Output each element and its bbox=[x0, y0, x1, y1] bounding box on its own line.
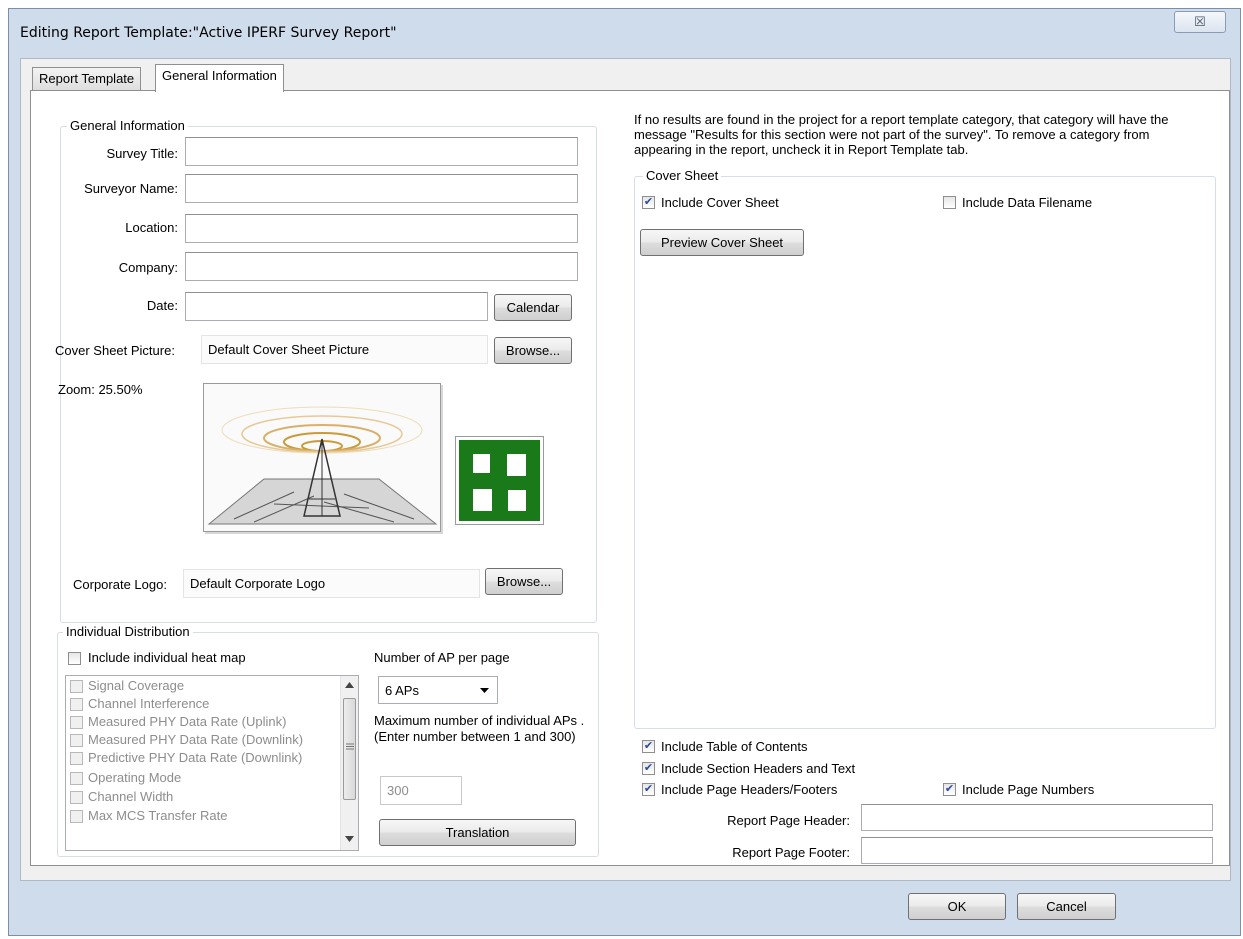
max-individual-input[interactable]: 300 bbox=[380, 776, 462, 805]
list-item-label: Measured PHY Data Rate (Downlink) bbox=[88, 732, 304, 747]
preview-cover-sheet-button[interactable]: Preview Cover Sheet bbox=[640, 229, 804, 256]
include-page-numbers-checkbox[interactable]: ✔ bbox=[943, 783, 956, 796]
list-item-checkbox[interactable] bbox=[70, 772, 83, 785]
include-heat-map-label: Include individual heat map bbox=[88, 650, 246, 665]
corporate-logo-label: Corporate Logo: bbox=[73, 577, 167, 592]
scroll-down-arrow-icon[interactable] bbox=[345, 836, 354, 842]
list-item-checkbox[interactable] bbox=[70, 752, 83, 765]
list-item-label: Channel Width bbox=[88, 789, 174, 804]
surveyor-name-input[interactable] bbox=[185, 174, 578, 203]
grip-icon bbox=[346, 743, 354, 750]
include-cover-sheet-checkbox[interactable]: ✔ bbox=[642, 196, 655, 209]
ap-per-page-select[interactable]: 6 APs bbox=[378, 676, 498, 704]
checkmark-icon: ✔ bbox=[643, 783, 654, 795]
cancel-button[interactable]: Cancel bbox=[1017, 893, 1116, 920]
tab-report-template-label: Report Template bbox=[39, 71, 135, 86]
scrollbar-thumb[interactable] bbox=[343, 698, 356, 800]
close-icon: ☒ bbox=[1194, 14, 1206, 29]
cover-sheet-picture-field: Default Cover Sheet Picture bbox=[201, 335, 488, 364]
list-item-checkbox[interactable] bbox=[70, 680, 83, 693]
checkmark-icon: ✔ bbox=[643, 196, 654, 208]
corporate-logo-browse-button[interactable]: Browse... bbox=[485, 568, 563, 595]
list-item-checkbox[interactable] bbox=[70, 810, 83, 823]
include-toc-checkbox[interactable]: ✔ bbox=[642, 740, 655, 753]
survey-title-label: Survey Title: bbox=[106, 146, 178, 161]
include-page-headers-label: Include Page Headers/Footers bbox=[661, 782, 838, 797]
list-item-checkbox[interactable] bbox=[70, 734, 83, 747]
cover-picture-browse-button[interactable]: Browse... bbox=[494, 337, 572, 364]
checkmark-icon: ✔ bbox=[643, 762, 654, 774]
heat-map-list[interactable]: Signal Coverage Channel Interference Mea… bbox=[65, 675, 359, 851]
company-input[interactable] bbox=[185, 252, 578, 281]
translation-button[interactable]: Translation bbox=[379, 819, 576, 846]
cover-sheet-picture-label: Cover Sheet Picture: bbox=[55, 343, 175, 358]
zoom-label: Zoom: 25.50% bbox=[58, 382, 143, 397]
report-page-header-input[interactable] bbox=[861, 804, 1213, 831]
include-heat-map-checkbox[interactable] bbox=[68, 652, 81, 665]
include-toc-label: Include Table of Contents bbox=[661, 739, 808, 754]
list-item-label: Operating Mode bbox=[88, 770, 182, 785]
checkmark-icon: ✔ bbox=[944, 783, 955, 795]
surveyor-name-label: Surveyor Name: bbox=[84, 181, 178, 196]
general-information-group-label: General Information bbox=[67, 118, 188, 133]
include-data-filename-label: Include Data Filename bbox=[962, 195, 1093, 210]
close-button[interactable]: ☒ bbox=[1174, 11, 1226, 33]
ok-button[interactable]: OK bbox=[908, 893, 1006, 920]
corporate-logo-field: Default Corporate Logo bbox=[183, 569, 480, 598]
ap-per-page-value: 6 APs bbox=[385, 683, 419, 698]
info-message: If no results are found in the project f… bbox=[634, 112, 1169, 157]
include-cover-sheet-label: Include Cover Sheet bbox=[661, 195, 779, 210]
location-label: Location: bbox=[125, 220, 178, 235]
individual-distribution-group-label: Individual Distribution bbox=[63, 624, 193, 639]
report-page-footer-label: Report Page Footer: bbox=[732, 845, 850, 860]
calendar-button[interactable]: Calendar bbox=[494, 294, 572, 321]
survey-title-input[interactable] bbox=[185, 137, 578, 166]
cover-picture-preview bbox=[203, 383, 441, 532]
cover-sheet-group-label: Cover Sheet bbox=[643, 168, 722, 183]
corporate-logo-preview bbox=[455, 436, 544, 525]
list-item-label: Channel Interference bbox=[88, 696, 210, 711]
chevron-down-icon bbox=[480, 688, 489, 693]
checkmark-icon: ✔ bbox=[643, 740, 654, 752]
max-individual-note: Maximum number of individual APs . (Ente… bbox=[374, 713, 585, 744]
radio-tower-image bbox=[207, 406, 438, 525]
window-title: Editing Report Template:"Active IPERF Su… bbox=[20, 25, 397, 41]
include-section-headers-checkbox[interactable]: ✔ bbox=[642, 762, 655, 775]
report-page-footer-input[interactable] bbox=[861, 837, 1213, 864]
include-page-headers-checkbox[interactable]: ✔ bbox=[642, 783, 655, 796]
report-page-header-label: Report Page Header: bbox=[727, 813, 850, 828]
include-section-headers-label: Include Section Headers and Text bbox=[661, 761, 856, 776]
tab-report-template[interactable]: Report Template bbox=[32, 67, 142, 90]
include-page-numbers-label: Include Page Numbers bbox=[962, 782, 1095, 797]
list-item-label: Max MCS Transfer Rate bbox=[88, 808, 228, 823]
ap-per-page-label: Number of AP per page bbox=[374, 650, 510, 665]
corporate-logo-image bbox=[459, 440, 540, 521]
date-input[interactable] bbox=[185, 292, 488, 321]
scroll-up-arrow-icon[interactable] bbox=[345, 682, 354, 688]
list-item-checkbox[interactable] bbox=[70, 791, 83, 804]
list-item-label: Signal Coverage bbox=[88, 678, 185, 693]
list-item-label: Predictive PHY Data Rate (Downlink) bbox=[88, 750, 303, 765]
list-scrollbar[interactable] bbox=[340, 676, 358, 850]
date-label: Date: bbox=[146, 298, 178, 313]
tab-general-information[interactable]: General Information bbox=[155, 64, 284, 92]
list-item-checkbox[interactable] bbox=[70, 698, 83, 711]
tab-general-information-label: General Information bbox=[162, 68, 277, 83]
list-item-label: Measured PHY Data Rate (Uplink) bbox=[88, 714, 287, 729]
cover-sheet-group bbox=[634, 176, 1216, 729]
location-input[interactable] bbox=[185, 214, 578, 243]
company-label: Company: bbox=[118, 260, 178, 275]
list-item-checkbox[interactable] bbox=[70, 716, 83, 729]
include-data-filename-checkbox[interactable] bbox=[943, 196, 956, 209]
